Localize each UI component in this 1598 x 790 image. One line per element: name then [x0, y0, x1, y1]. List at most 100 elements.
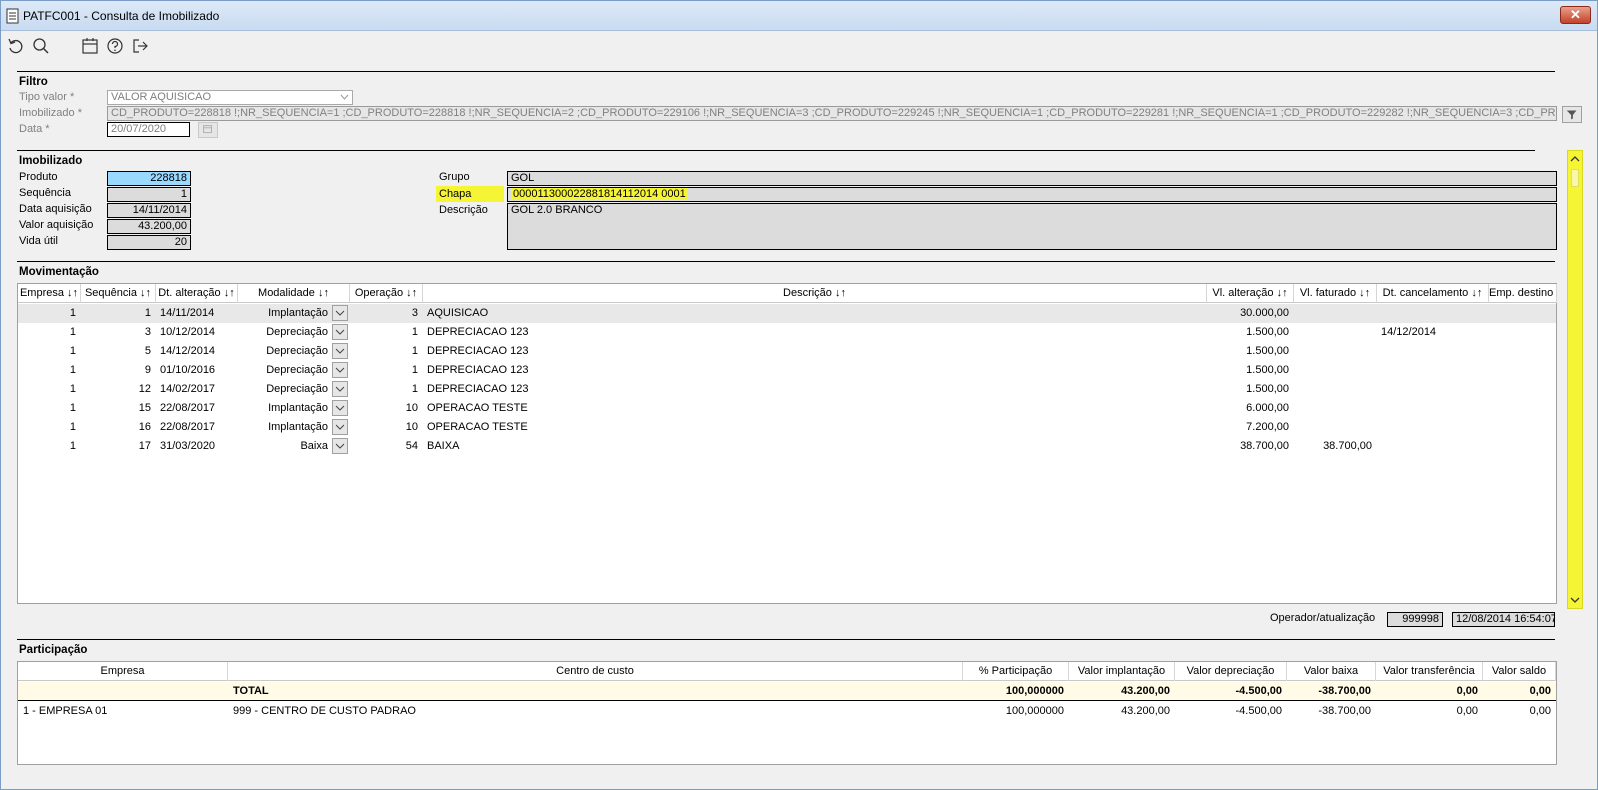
- vertical-scrollbar[interactable]: [1567, 150, 1583, 609]
- date-picker-button[interactable]: [198, 122, 218, 138]
- cell-participacao: 100,000000: [1005, 705, 1064, 717]
- cell-dt: 22/08/2017: [160, 402, 216, 414]
- column-header-baixa[interactable]: Valor baixa: [1287, 662, 1376, 681]
- close-button[interactable]: ✕: [1560, 6, 1591, 24]
- calendar-icon[interactable]: [80, 36, 100, 56]
- cell-dt: 01/10/2016: [160, 364, 216, 376]
- column-header-participacao[interactable]: % Participação: [963, 662, 1069, 681]
- cell-sequencia: 9: [144, 364, 151, 376]
- chevron-up-icon[interactable]: [1570, 154, 1580, 164]
- table-row[interactable]: 1 17 31/03/2020 Baixa 54 BAIXA 38.700,00 38.700…: [18, 437, 1556, 456]
- valor-aquisicao-field[interactable]: 43.200,00: [107, 219, 191, 234]
- column-header-transferencia[interactable]: Valor transferência: [1376, 662, 1483, 681]
- cell-empresa: 1: [69, 421, 76, 433]
- operador-field[interactable]: 999998: [1387, 612, 1443, 627]
- cell-descricao: DEPRECIACAO 123: [427, 345, 529, 357]
- divider: [17, 261, 1555, 262]
- column-header-vl-alteracao[interactable]: Vl. alteração ↓↑: [1207, 284, 1294, 303]
- participacao-header: Empresa Centro de custo% Participação Valo…: [18, 662, 1556, 681]
- cell-sequencia: 1: [144, 307, 151, 319]
- divider: [17, 150, 1535, 151]
- cell-operacao: 1: [411, 383, 418, 395]
- sequencia-field[interactable]: 1: [107, 187, 191, 202]
- table-row[interactable]: 1 - EMPRESA 01 999 - CENTRO DE CUSTO PADR…: [18, 702, 1556, 721]
- chevron-down-icon: [335, 443, 345, 449]
- table-row[interactable]: 1 1 14/11/2014 Implantação 3 AQUISICAO 30.000,…: [18, 304, 1556, 323]
- table-row[interactable]: 1 5 14/12/2014 Depreciação 1 DEPRECIACAO 123 1…: [18, 342, 1556, 361]
- column-header-dt[interactable]: Dt. alteração ↓↑: [156, 284, 238, 303]
- produto-field[interactable]: 228818: [107, 171, 191, 186]
- column-header-empresa[interactable]: Empresa ↓↑: [18, 284, 81, 303]
- column-header-modalidade[interactable]: Modalidade ↓↑: [238, 284, 350, 303]
- column-header-sequencia[interactable]: Sequência ↓↑: [81, 284, 156, 303]
- cell-descricao: DEPRECIACAO 123: [427, 326, 529, 338]
- modalidade-dropdown[interactable]: [332, 343, 348, 359]
- data-aquisicao-label: Data aquisição: [19, 203, 92, 215]
- column-header-vl-faturado[interactable]: Vl. faturado ↓↑: [1294, 284, 1377, 303]
- modalidade-dropdown[interactable]: [332, 419, 348, 435]
- imobilizado-title: Imobilizado: [19, 155, 83, 167]
- column-header-operacao[interactable]: Operação ↓↑: [350, 284, 423, 303]
- total-row[interactable]: TOTAL 100,000000 43.200,00 -4.500,00 -38.700…: [18, 682, 1556, 701]
- calendar-icon: [203, 125, 212, 134]
- grupo-field[interactable]: GOL: [507, 171, 1557, 186]
- window-title: PATFC001 - Consulta de Imobilizado: [23, 9, 220, 23]
- divider: [17, 71, 1555, 72]
- cell-transferencia: 0,00: [1456, 685, 1478, 697]
- chevron-down-icon: [335, 405, 345, 411]
- modalidade-dropdown[interactable]: [332, 381, 348, 397]
- column-header-implantacao[interactable]: Valor implantação: [1069, 662, 1175, 681]
- cell-centro: 999 - CENTRO DE CUSTO PADRAO: [233, 705, 416, 717]
- column-header-dt-cancelamento[interactable]: Dt. cancelamento ↓↑: [1377, 284, 1489, 303]
- imobilizado-field[interactable]: CD_PRODUTO=228818 !;NR_SEQUENCIA=1 ;CD_P…: [107, 106, 1557, 121]
- modalidade-dropdown[interactable]: [332, 400, 348, 416]
- column-header-depreciacao[interactable]: Valor depreciação: [1175, 662, 1287, 681]
- exit-icon[interactable]: [130, 36, 150, 56]
- column-header-centro[interactable]: Centro de custo: [228, 662, 963, 681]
- valor-aquisicao-label: Valor aquisição: [19, 219, 94, 231]
- filter-icon: [1566, 110, 1577, 120]
- refresh-icon[interactable]: [6, 36, 26, 56]
- table-row[interactable]: 1 16 22/08/2017 Implantação 10 OPERACAO TESTE…: [18, 418, 1556, 437]
- table-row[interactable]: 1 12 14/02/2017 Depreciação 1 DEPRECIACAO 123…: [18, 380, 1556, 399]
- table-row[interactable]: 1 9 01/10/2016 Depreciação 1 DEPRECIACAO 123 1…: [18, 361, 1556, 380]
- atualizacao-field[interactable]: 12/08/2014 16:54:07: [1452, 612, 1555, 627]
- tipo-valor-select[interactable]: VALOR AQUISICAO: [107, 90, 353, 105]
- movimentacao-grid[interactable]: Empresa ↓↑ Sequência ↓↑ Dt. alteração ↓↑ Mo…: [17, 283, 1557, 604]
- data-aquisicao-field[interactable]: 14/11/2014: [107, 203, 191, 218]
- cell-operacao: 10: [405, 402, 418, 414]
- cell-emp-destino: [1493, 342, 1555, 361]
- search-icon[interactable]: [31, 36, 51, 56]
- cell-descricao: DEPRECIACAO 123: [427, 383, 529, 395]
- cell-empresa: 1: [69, 364, 76, 376]
- modalidade-dropdown[interactable]: [332, 324, 348, 340]
- cell-dt-cancelamento: 14/12/2014: [1381, 326, 1437, 338]
- chapa-value: 000011300022881814112014 0001: [511, 188, 688, 200]
- column-header-empresa[interactable]: Empresa: [18, 662, 228, 681]
- table-row[interactable]: 1 3 10/12/2014 Depreciação 1 DEPRECIACAO 123 1…: [18, 323, 1556, 342]
- modalidade-dropdown[interactable]: [332, 305, 348, 321]
- cell-operacao: 1: [411, 326, 418, 338]
- participacao-grid[interactable]: Empresa Centro de custo% Participação Valo…: [17, 661, 1557, 765]
- cell-vl-faturado: 38.700,00: [1323, 440, 1372, 452]
- column-header-descricao[interactable]: Descrição ↓↑: [423, 284, 1207, 303]
- column-header-emp-destino[interactable]: Emp. destino ↓↑: [1489, 284, 1557, 303]
- filter-button[interactable]: [1562, 106, 1582, 123]
- cell-empresa: [23, 682, 225, 701]
- table-row[interactable]: 1 15 22/08/2017 Implantação 10 OPERACAO TESTE…: [18, 399, 1556, 418]
- scrollbar-thumb[interactable]: [1571, 169, 1579, 187]
- modalidade-dropdown[interactable]: [332, 438, 348, 454]
- help-icon[interactable]: [105, 36, 125, 56]
- column-header-saldo[interactable]: Valor saldo: [1483, 662, 1556, 681]
- vida-util-field[interactable]: 20: [107, 235, 191, 250]
- cell-dt-cancelamento: [1381, 437, 1487, 456]
- chapa-field[interactable]: 000011300022881814112014 0001: [507, 187, 1557, 202]
- descricao-field[interactable]: GOL 2.0 BRANCO: [507, 203, 1557, 250]
- cell-emp-destino: [1493, 437, 1555, 456]
- data-field[interactable]: 20/07/2020: [107, 122, 190, 137]
- cell-descricao: AQUISICAO: [427, 307, 489, 319]
- chevron-down-icon[interactable]: [1570, 595, 1580, 605]
- participacao-title: Participação: [19, 644, 88, 656]
- cell-operacao: 10: [405, 421, 418, 433]
- modalidade-dropdown[interactable]: [332, 362, 348, 378]
